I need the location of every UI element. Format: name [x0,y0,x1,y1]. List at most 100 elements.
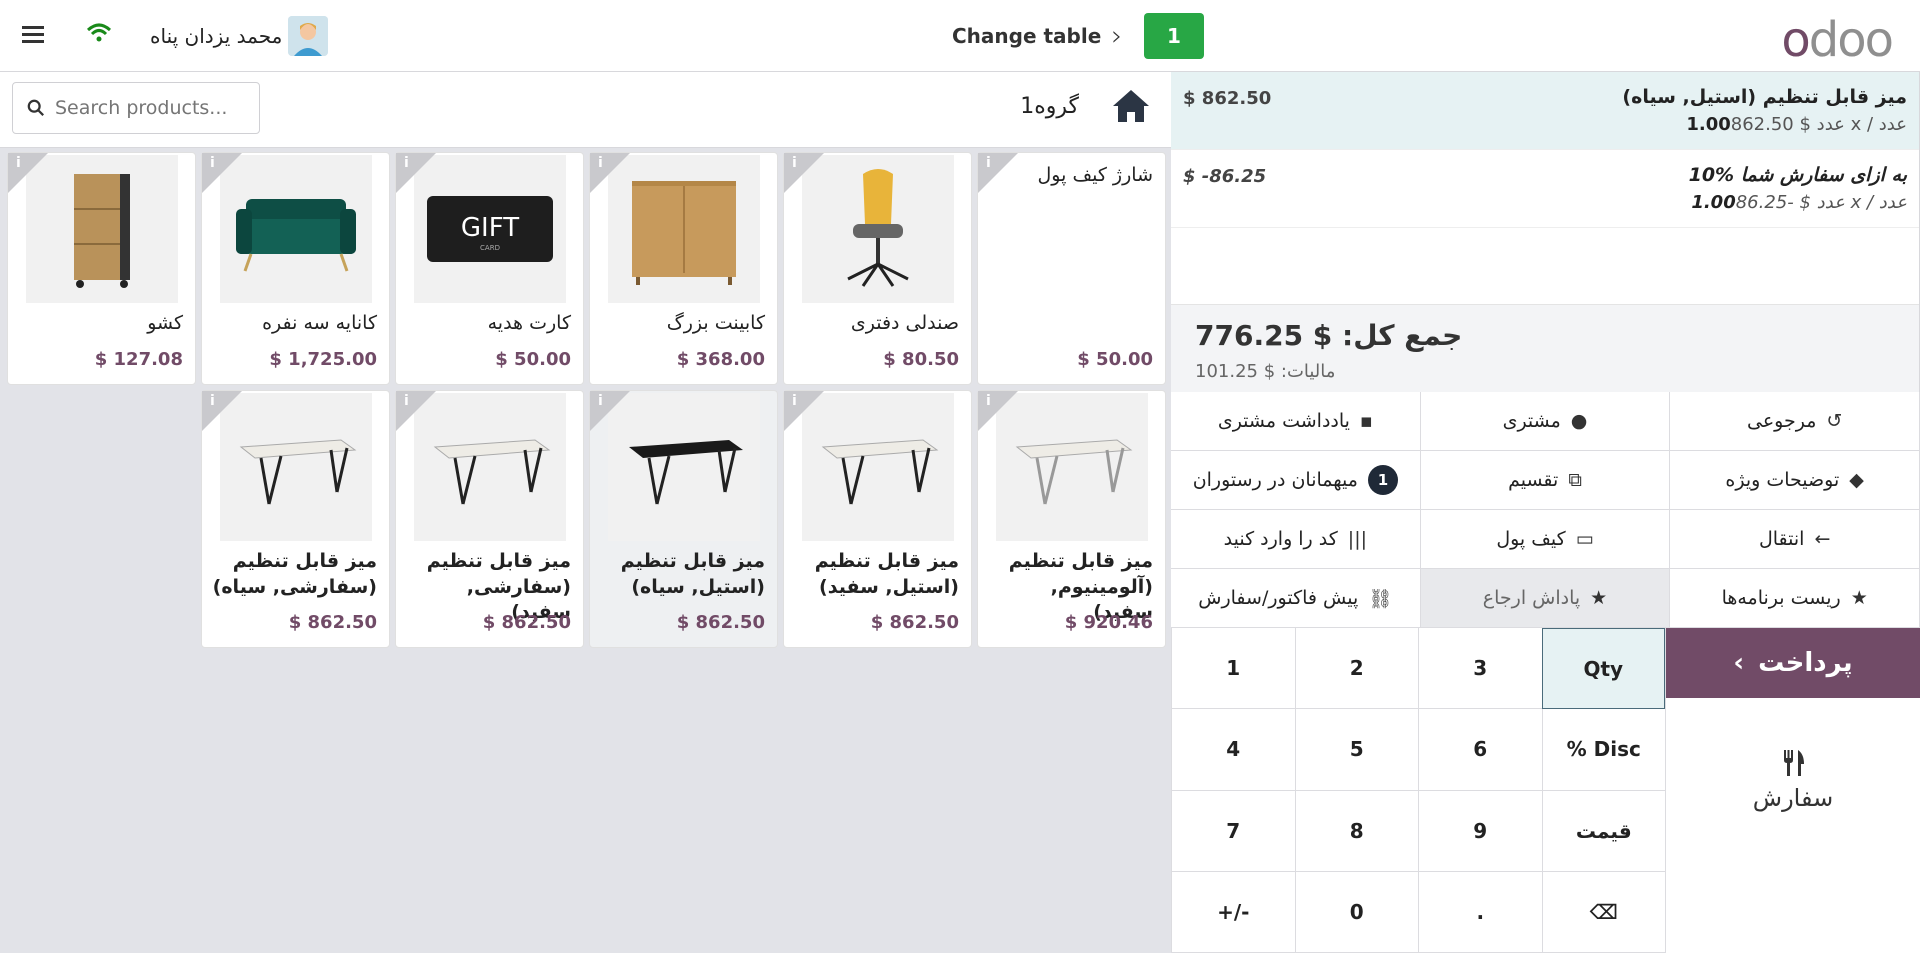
numpad-key-2[interactable]: 2 [1294,628,1418,710]
product-card[interactable]: i میز قابل تنظیم (سفارشی, سفید) $ 862.50 [395,390,584,648]
numpad-key-9[interactable]: 9 [1418,790,1542,872]
order-line-qty: 1.00 [1686,114,1731,135]
product-price: $ 862.50 [870,612,959,633]
product-image-desk [802,393,954,541]
info-icon[interactable]: i [396,391,436,431]
enter-code-button[interactable]: کد را وارد کنید ||| [1171,510,1421,569]
hamburger-menu-icon[interactable] [22,24,44,49]
control-buttons: یادداشت مشتری ▪ مشتری ● مرجوعی ↺ میهمانان د… [1171,392,1920,628]
search-box[interactable] [12,82,260,134]
customer-button[interactable]: مشتری ● [1420,392,1671,451]
product-image-desk [414,393,566,541]
table-number-badge[interactable]: 1 [1144,13,1204,59]
payment-button[interactable]: ‹ پرداخت [1666,628,1920,698]
backspace-icon[interactable]: ⌫ [1541,871,1665,953]
payment-label: پرداخت [1758,648,1853,678]
info-icon[interactable]: i [396,153,436,193]
user-profile[interactable]: محمد یزدان پناه [150,16,329,56]
product-image-desk [996,393,1148,541]
product-card[interactable]: GIFT CARD i کارت هدیه $ 50.00 [395,152,584,385]
numpad-key-3[interactable]: 3 [1418,628,1542,710]
numpad-area: 1 2 3 Qty 4 5 6 % Disc 7 8 9 قیمت +/- 0 … [1171,628,1920,953]
split-button[interactable]: تقسیم ⧉ [1420,451,1671,510]
product-name: میز قابل تنظیم (سفارشی, سیاه) [212,550,377,598]
numpad-key-7[interactable]: 7 [1171,790,1295,872]
internal-note-button[interactable]: توضیحات ویژه ◆ [1670,451,1920,510]
button-label: ریست برنامه‌ها [1721,587,1841,609]
star-icon: ★ [1590,587,1608,609]
order-pane: میز قابل تنظیم (استیل, سیاه) $ 862.50 1.… [1171,72,1920,953]
home-icon[interactable] [1111,88,1151,129]
info-icon[interactable]: i [784,153,824,193]
order-line-qty: 1.00 [1691,192,1736,213]
order-lines: میز قابل تنظیم (استیل, سیاه) $ 862.50 1.… [1171,72,1919,304]
numpad-key-5[interactable]: 5 [1294,709,1418,791]
numpad-key-4[interactable]: 4 [1171,709,1295,791]
product-card[interactable]: i کانایه سه نفره $ 1,725.00 [201,152,390,385]
button-label: کیف پول [1496,528,1566,550]
product-card[interactable]: i کشو $ 127.08 [7,152,196,385]
order-totals: جمع کل: $ 776.25 مالیات: $ 101.25 [1171,304,1919,392]
numpad-key-6[interactable]: 6 [1418,709,1542,791]
product-price: $ 50.00 [495,349,571,370]
order-line-price: $ 862.50 [1183,88,1272,109]
product-card[interactable]: i صندلی دفتری $ 80.50 [783,152,972,385]
numpad-key-1[interactable]: 1 [1171,628,1295,710]
guests-button[interactable]: میهمانان در رستوران 1 [1171,451,1421,510]
referral-reward-button[interactable]: پاداش ارجاع ★ [1420,569,1671,628]
order-line-reward[interactable]: 10% به ازای سفارش شما $ -86.25 1.00 عدد $… [1171,150,1919,228]
user-icon: ● [1570,410,1588,432]
info-icon[interactable]: i [978,391,1018,431]
svg-text:GIFT: GIFT [461,213,519,243]
chevron-right-icon: › [1111,19,1123,52]
user-name: محمد یزدان پناه [150,24,283,48]
utensils-icon [1666,748,1920,784]
category-breadcrumb[interactable]: گروه1 [1020,94,1079,119]
info-icon[interactable]: i [202,391,242,431]
product-card[interactable]: i میز قابل تنظیم (استیل, سفید) $ 862.50 [783,390,972,648]
order-line-price: $ -86.25 [1183,166,1267,187]
customer-note-button[interactable]: یادداشت مشتری ▪ [1171,392,1421,451]
product-image-sofa [220,155,372,303]
order-line-unit: عدد [1816,192,1845,213]
product-name: شارژ کیف پول [1037,164,1154,186]
numpad-mode-discount[interactable]: % Disc [1541,709,1665,791]
info-icon[interactable]: i [8,153,48,193]
order-line-info: 1.00 عدد $ 862.50 x / عدد [1680,114,1907,135]
order-button[interactable]: سفارش [1666,748,1920,812]
numpad-mode-qty[interactable]: Qty [1541,628,1665,710]
numpad: 1 2 3 Qty 4 5 6 % Disc 7 8 9 قیمت +/- 0 … [1171,628,1665,953]
transfer-button[interactable]: انتقال ← [1670,510,1920,569]
button-label: پاداش ارجاع [1482,587,1581,609]
product-name: کارت هدیه [487,312,571,334]
info-icon[interactable]: i [784,391,824,431]
numpad-key-sign[interactable]: +/- [1171,871,1295,953]
numpad-key-decimal[interactable]: . [1418,871,1542,953]
bill-button[interactable]: پیش فاکتور/سفارش ⛓ [1171,569,1421,628]
reset-programs-button[interactable]: ریست برنامه‌ها ★ [1670,569,1920,628]
info-icon[interactable]: i [590,391,630,431]
change-table-button[interactable]: Change table › [952,22,1123,50]
numpad-mode-price[interactable]: قیمت [1541,790,1665,872]
search-icon [27,99,44,116]
search-input[interactable] [55,97,245,119]
button-label: مشتری [1502,410,1561,432]
order-line[interactable]: میز قابل تنظیم (استیل, سیاه) $ 862.50 1.… [1171,72,1919,150]
undo-icon: ↺ [1826,410,1843,432]
product-card[interactable]: i کابینت بزرگ $ 368.00 [589,152,778,385]
info-icon[interactable]: i [590,153,630,193]
info-icon[interactable]: i [202,153,242,193]
refund-button[interactable]: مرجوعی ↺ [1670,392,1920,451]
numpad-key-0[interactable]: 0 [1294,871,1418,953]
product-card[interactable]: i میز قابل تنظیم (آلومینیوم, سفید) $ 920… [977,390,1166,648]
product-card[interactable]: i میز قابل تنظیم (سفارشی, سیاه) $ 862.50 [201,390,390,648]
note-icon: ▪ [1359,410,1373,432]
numpad-key-8[interactable]: 8 [1294,790,1418,872]
odoo-logo: odoo [1781,12,1894,68]
product-image-cabinet [608,155,760,303]
product-card[interactable]: i میز قابل تنظیم (استیل, سیاه) $ 862.50 [589,390,778,648]
products-header: گروه1 [0,72,1171,148]
wallet-button[interactable]: کیف پول ▭ [1420,510,1671,569]
product-card[interactable]: i شارژ کیف پول $ 50.00 [977,152,1166,385]
star-icon: ★ [1850,587,1868,609]
